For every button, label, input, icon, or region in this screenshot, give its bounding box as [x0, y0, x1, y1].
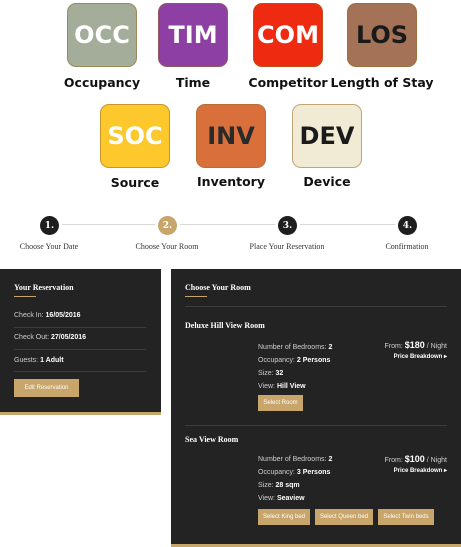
select-king-bed-button[interactable]: Select King bed	[258, 509, 310, 525]
price-unit: / Night	[426, 457, 447, 464]
category-abbr: TIM	[168, 21, 218, 49]
select-twin-beds-button[interactable]: Select Twin beds	[378, 509, 434, 525]
checkout-row: Check Out: 27/05/2016	[14, 334, 86, 341]
room-price: From: $180 / Night	[385, 340, 447, 350]
price-value: $180	[404, 340, 425, 350]
checkout-label: Check Out:	[14, 334, 50, 341]
price-value: $100	[404, 454, 425, 464]
size-value: 28 sqm	[275, 482, 300, 489]
reservation-title: Your Reservation	[14, 283, 74, 292]
title-accent	[14, 296, 36, 297]
guests-row: Guests: 1 Adult	[14, 357, 64, 364]
section-divider	[185, 425, 447, 426]
row-divider	[14, 327, 146, 328]
category-abbr: SOC	[107, 122, 163, 150]
step-number: 4.	[402, 220, 413, 231]
step-number: 2.	[162, 220, 173, 231]
view-label: View:	[258, 383, 275, 390]
view-value: Seaview	[276, 495, 305, 502]
view-value: Hill View	[276, 383, 306, 390]
category-tile-com[interactable]: COM	[253, 3, 323, 67]
view-label: View:	[258, 495, 275, 502]
checkin-row: Check In: 16/05/2016	[14, 312, 81, 319]
occupancy-row: Occupancy: 2 Persons	[258, 354, 332, 367]
category-tile-soc[interactable]: SOC	[100, 104, 170, 168]
category-tile-dev[interactable]: DEV	[292, 104, 362, 168]
price-unit: / Night	[426, 343, 447, 350]
checkout-value: 27/05/2016	[50, 334, 87, 341]
step-2-circle[interactable]: 2.	[158, 216, 177, 235]
row-divider	[14, 371, 146, 372]
checkin-value: 16/05/2016	[45, 312, 81, 319]
bedrooms-label: Number of Bedrooms:	[258, 456, 327, 463]
step-4-circle[interactable]: 4.	[398, 216, 417, 235]
price-breakdown-link[interactable]: Price Breakdown ▸	[394, 467, 447, 474]
select-queen-bed-button[interactable]: Select Queen bed	[315, 509, 373, 525]
bedrooms-row: Number of Bedrooms: 2	[258, 453, 332, 466]
edit-reservation-button[interactable]: Edit Reservation	[14, 379, 79, 397]
occupancy-value: 3 Persons	[296, 469, 331, 476]
category-abbr: LOS	[355, 21, 409, 49]
size-value: 32	[275, 370, 284, 377]
view-row: View: Hill View	[258, 380, 332, 393]
step-3-circle[interactable]: 3.	[278, 216, 297, 235]
choose-room-title: Choose Your Room	[185, 283, 251, 292]
size-label: Size:	[258, 370, 274, 377]
step-number: 1.	[44, 220, 55, 231]
room-name: Sea View Room	[185, 435, 239, 444]
guests-label: Guests:	[14, 357, 39, 364]
category-abbr: DEV	[299, 122, 355, 150]
category-label: Device	[303, 174, 351, 189]
guests-value: 1 Adult	[40, 357, 64, 364]
steps-line	[50, 224, 410, 225]
bedrooms-value: 2	[328, 456, 333, 463]
category-tile-occ[interactable]: OCC	[67, 3, 137, 67]
step-2-label: Choose Your Room	[135, 242, 199, 251]
price-breakdown-link[interactable]: Price Breakdown ▸	[394, 353, 447, 360]
price-from-label: From:	[384, 343, 403, 350]
select-room-button[interactable]: Select Room	[258, 395, 303, 411]
room-price: From: $100 / Night	[385, 454, 447, 464]
bedrooms-row: Number of Bedrooms: 2	[258, 341, 332, 354]
section-divider	[185, 306, 447, 307]
occupancy-label: Occupancy:	[258, 469, 295, 476]
row-divider	[14, 349, 146, 350]
room-specs: Number of Bedrooms: 2 Occupancy: 2 Perso…	[258, 341, 332, 393]
checkin-label: Check In:	[14, 312, 44, 319]
occupancy-label: Occupancy:	[258, 357, 295, 364]
size-row: Size: 28 sqm	[258, 479, 332, 492]
size-row: Size: 32	[258, 367, 332, 380]
category-label: Length of Stay	[330, 75, 434, 90]
step-3-label: Place Your Reservation	[249, 242, 325, 251]
occupancy-row: Occupancy: 3 Persons	[258, 466, 332, 479]
bedrooms-value: 2	[328, 344, 333, 351]
category-tile-inv[interactable]: INV	[196, 104, 266, 168]
title-accent	[185, 296, 207, 297]
view-row: View: Seaview	[258, 492, 332, 505]
occupancy-value: 2 Persons	[296, 357, 331, 364]
bedrooms-label: Number of Bedrooms:	[258, 344, 327, 351]
step-4-label: Confirmation	[385, 242, 429, 251]
room-specs: Number of Bedrooms: 2 Occupancy: 3 Perso…	[258, 453, 332, 505]
category-abbr: OCC	[74, 21, 130, 49]
category-tile-los[interactable]: LOS	[347, 3, 417, 67]
category-abbr: COM	[257, 21, 319, 49]
category-tile-tim[interactable]: TIM	[158, 3, 228, 67]
room-name: Deluxe Hill View Room	[185, 321, 265, 330]
choose-room-panel: Choose Your Room Deluxe Hill View Room N…	[171, 269, 461, 547]
step-number: 3.	[282, 220, 293, 231]
category-abbr: INV	[207, 122, 255, 150]
reservation-panel: Your Reservation Check In: 16/05/2016 Ch…	[0, 269, 161, 415]
price-from-label: From:	[384, 457, 403, 464]
step-1-circle[interactable]: 1.	[40, 216, 59, 235]
size-label: Size:	[258, 482, 274, 489]
